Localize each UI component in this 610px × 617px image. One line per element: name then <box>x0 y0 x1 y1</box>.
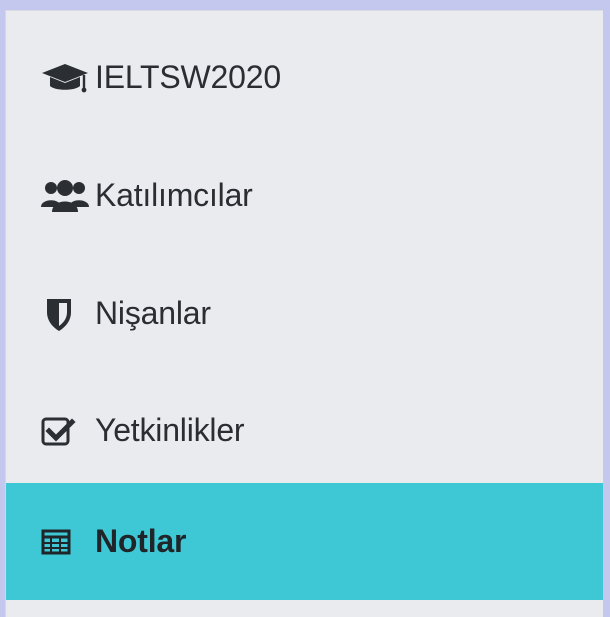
nav-item-label: IELTSW2020 <box>95 59 281 95</box>
nav-item-course[interactable]: IELTSW2020 <box>6 19 603 136</box>
table-icon <box>39 522 95 562</box>
nav-item-badges[interactable]: Nişanlar <box>6 255 603 372</box>
graduation-cap-icon <box>39 58 95 98</box>
course-nav-menu: IELTSW2020 Katılımcılar Nişanlar Yetkinl… <box>6 11 603 617</box>
nav-item-participants[interactable]: Katılımcılar <box>6 137 603 254</box>
shield-icon <box>39 294 95 334</box>
nav-item-competencies[interactable]: Yetkinlikler <box>6 372 603 489</box>
nav-item-label: Katılımcılar <box>95 177 253 213</box>
nav-item-label: Nişanlar <box>95 295 211 331</box>
nav-item-label: Yetkinlikler <box>95 412 245 448</box>
users-icon <box>39 176 95 216</box>
nav-item-label: Notlar <box>95 523 187 559</box>
course-navigation-panel: IELTSW2020 Katılımcılar Nişanlar Yetkinl… <box>5 10 603 617</box>
nav-bottom-edge <box>6 600 603 617</box>
checkbox-icon <box>39 411 95 451</box>
nav-item-grades[interactable]: Notlar <box>6 483 603 600</box>
